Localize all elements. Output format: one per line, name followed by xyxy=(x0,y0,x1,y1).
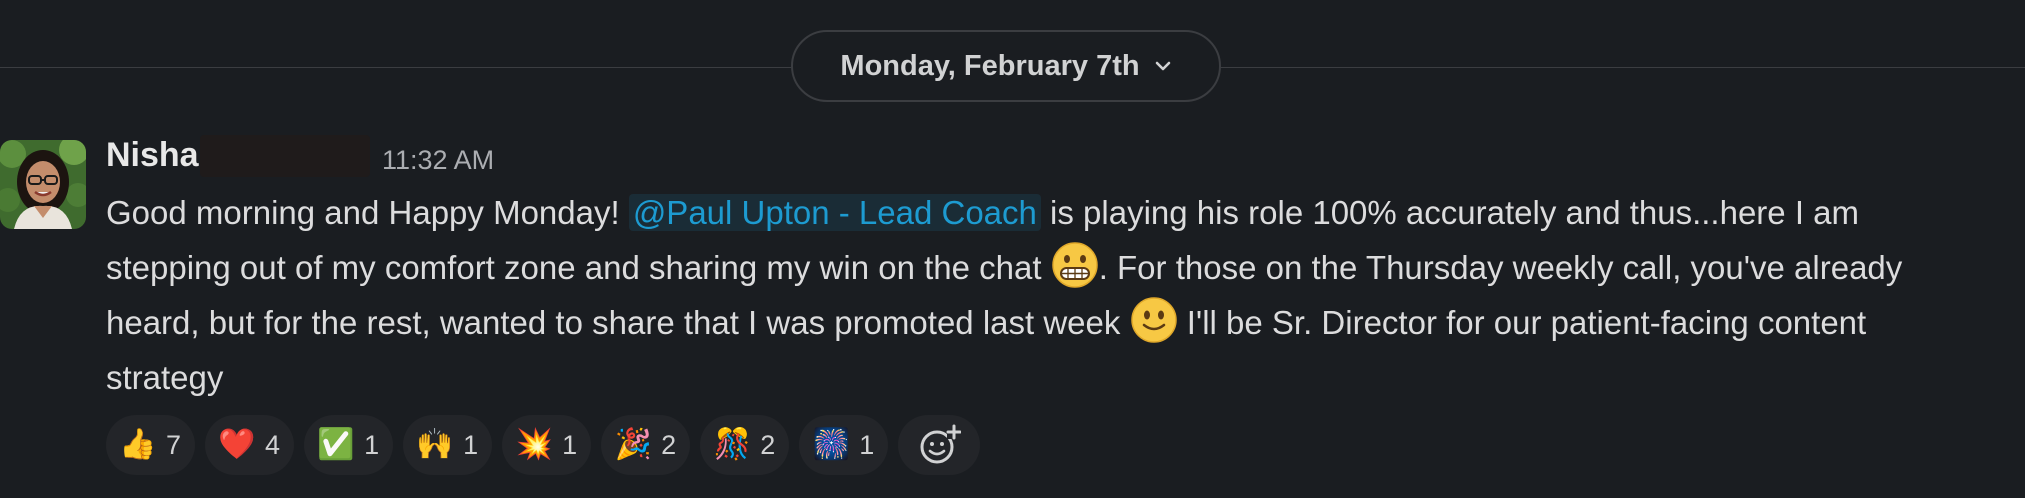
user-mention[interactable]: @Paul Upton - Lead Coach xyxy=(628,194,1041,231)
reaction-count: 7 xyxy=(166,429,182,460)
add-reaction-button[interactable] xyxy=(898,415,981,475)
reaction-count: 2 xyxy=(760,429,776,460)
red-heart-icon: ❤️ xyxy=(218,427,256,462)
confetti-ball-icon: 🎊 xyxy=(713,427,751,462)
reaction-fireworks[interactable]: 🎆 1 xyxy=(799,415,889,475)
check-mark-icon: ✅ xyxy=(317,427,355,462)
reaction-count: 1 xyxy=(562,429,578,460)
avatar[interactable] xyxy=(0,140,86,229)
message-author[interactable]: Nisha xyxy=(106,136,199,175)
chevron-down-icon xyxy=(1154,57,1172,75)
reaction-thumbs-up[interactable]: 👍 7 xyxy=(106,415,196,475)
reaction-raised-hands[interactable]: 🙌 1 xyxy=(403,415,493,475)
date-divider-button[interactable]: Monday, February 7th xyxy=(791,30,1221,102)
reaction-collision[interactable]: 💥 1 xyxy=(502,415,592,475)
message-text-1: Good morning and Happy Monday! xyxy=(106,194,629,231)
message-body: Good morning and Happy Monday! @Paul Upt… xyxy=(106,185,1991,405)
date-divider-label: Monday, February 7th xyxy=(840,49,1140,82)
party-popper-icon: 🎉 xyxy=(614,427,652,462)
reaction-confetti-ball[interactable]: 🎊 2 xyxy=(700,415,790,475)
fireworks-icon: 🎆 xyxy=(812,427,850,462)
reaction-red-heart[interactable]: ❤️ 4 xyxy=(205,415,295,475)
reaction-count: 1 xyxy=(463,429,479,460)
collision-icon: 💥 xyxy=(515,427,553,462)
add-reaction-icon xyxy=(920,424,962,464)
reactions-bar: 👍 7 ❤️ 4 ✅ 1 🙌 1 💥 1 🎉 2 🎊 2 🎆 1 xyxy=(106,415,981,475)
thumbs-up-icon: 👍 xyxy=(119,427,157,462)
reaction-party-popper[interactable]: 🎉 2 xyxy=(601,415,691,475)
reaction-count: 2 xyxy=(661,429,677,460)
redacted-name xyxy=(200,135,370,177)
message-timestamp[interactable]: 11:32 AM xyxy=(382,145,494,176)
grimacing-face-icon xyxy=(1051,242,1098,288)
reaction-count: 1 xyxy=(364,429,380,460)
reaction-check-mark[interactable]: ✅ 1 xyxy=(304,415,394,475)
reaction-count: 1 xyxy=(859,429,875,460)
slightly-smiling-face-icon xyxy=(1130,297,1177,343)
reaction-count: 4 xyxy=(265,429,281,460)
raised-hands-icon: 🙌 xyxy=(416,427,454,462)
